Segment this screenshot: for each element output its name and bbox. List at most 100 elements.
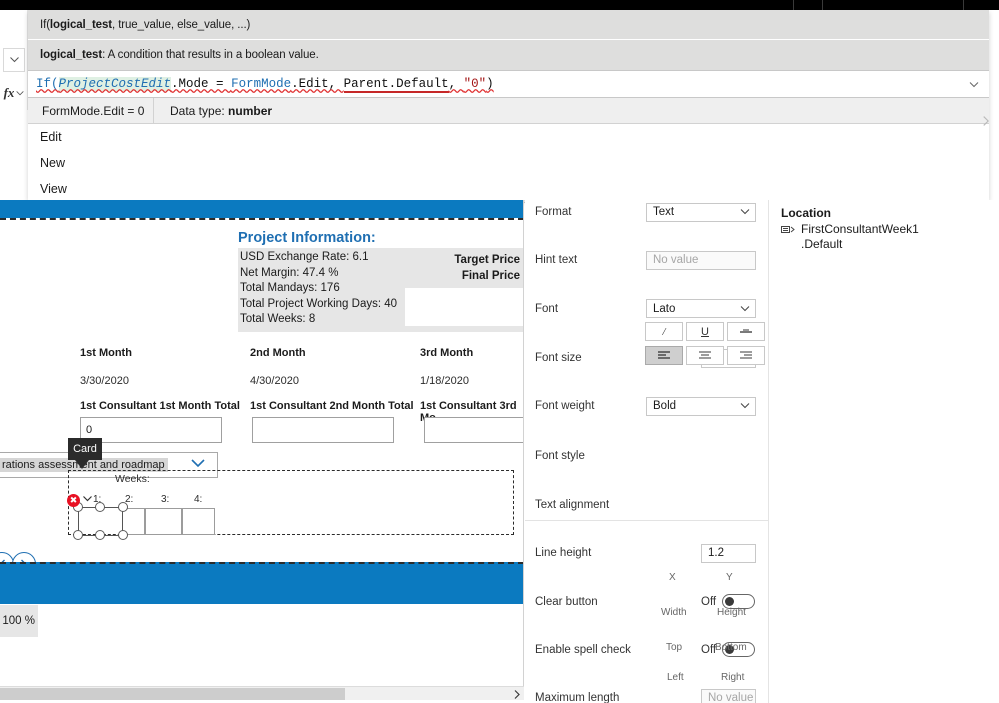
property-label: Clear button — [535, 595, 598, 608]
percent-readout: : 100 % — [0, 605, 38, 637]
week-input[interactable] — [182, 508, 215, 535]
card-tooltip: Card — [68, 438, 102, 469]
property-label: Text alignment — [535, 498, 610, 511]
scrollbar-thumb[interactable] — [0, 688, 345, 700]
suggestion-item-new[interactable]: New — [28, 150, 989, 176]
location-control-name: FirstConsultantWeek1 — [801, 222, 919, 236]
month-name: 2nd Month — [250, 347, 306, 359]
location-title: Location — [781, 206, 831, 220]
format-value: Text — [653, 206, 675, 219]
align-right-icon[interactable] — [727, 346, 765, 365]
property-selector-chevron[interactable] — [3, 48, 25, 72]
underline-icon[interactable]: U — [686, 322, 724, 341]
chevron-down-icon — [740, 207, 750, 217]
consultant-label: 1st Consultant 2nd Month Total — [250, 400, 414, 412]
property-label: Font — [535, 302, 559, 315]
formula-token-7: "0" — [463, 77, 487, 91]
control-icon — [781, 224, 795, 238]
datatype-value: number — [228, 103, 273, 118]
resize-handle-n[interactable] — [95, 502, 105, 512]
formula-token-4: .Edit, — [291, 77, 344, 91]
month-date: 1/18/2020 — [420, 375, 469, 387]
property-label: Enable spell check — [535, 643, 631, 656]
padding-left-caption: Left — [667, 672, 684, 683]
padding-right-caption: Right — [721, 672, 745, 683]
formula-left-rail: fx — [0, 10, 28, 210]
hint-text-input[interactable]: No value — [646, 250, 756, 270]
formula-input-bar[interactable]: If(ProjectCostEdit.Mode = FormMode.Edit,… — [28, 70, 989, 98]
description-text: : A condition that results in a boolean … — [102, 49, 319, 61]
error-x-icon[interactable]: ✖ — [67, 494, 80, 507]
week-input[interactable] — [145, 508, 182, 535]
property-label: Format — [535, 206, 572, 219]
week-number: 3: — [161, 494, 170, 505]
canvas-horizontal-scrollbar[interactable] — [0, 686, 524, 700]
month-column: 3rd Month 1/18/2020 — [420, 347, 473, 387]
font-style-button-group: / U — [645, 322, 765, 341]
scroll-right-arrow-icon[interactable] — [510, 687, 524, 701]
description-param: logical_test — [40, 49, 103, 61]
chevron-down-icon — [740, 304, 750, 314]
padding-top-caption: Top — [666, 642, 683, 653]
property-label: Font weight — [535, 400, 595, 413]
final-price-label: Final Price — [461, 270, 520, 282]
property-row-font-style: Font style — [525, 443, 768, 467]
italic-icon[interactable]: / — [645, 322, 683, 341]
formula-token-8: ) — [486, 77, 494, 91]
month-date: 4/30/2020 — [250, 375, 299, 387]
position-y-caption: Y — [726, 572, 733, 583]
property-row-text-alignment: Text alignment — [525, 493, 768, 517]
location-property-name: .Default — [801, 237, 843, 251]
font-weight-select[interactable]: Bold — [646, 396, 756, 416]
formula-token-3: FormMode — [231, 77, 292, 91]
property-label: Maximum length — [535, 692, 620, 703]
format-select[interactable]: Text — [646, 202, 756, 222]
property-row-font: Font Lato — [525, 297, 768, 321]
font-weight-value: Bold — [653, 400, 677, 413]
resize-handle-s[interactable] — [95, 530, 105, 540]
month-name: 3rd Month — [420, 347, 474, 359]
font-select[interactable]: Lato — [646, 299, 756, 319]
property-row-maximum-length: Maximum length No value — [525, 686, 768, 703]
formula-token-1: ProjectCostEdit — [58, 77, 172, 91]
result-expression: FormMode.Edit = 0 — [42, 103, 145, 118]
resize-handle-sw[interactable] — [73, 530, 83, 540]
fx-icon[interactable]: fx — [0, 82, 28, 104]
canvas-header-band — [0, 200, 524, 218]
formula-result-bar: FormMode.Edit = 0 Data type: number — [28, 97, 989, 124]
property-label: Hint text — [535, 254, 578, 267]
property-row-line-height: Line height 1.2 — [525, 541, 768, 565]
suggestion-item-edit[interactable]: Edit — [28, 124, 989, 150]
suggestion-item-view[interactable]: View — [28, 176, 989, 202]
align-center-icon[interactable] — [686, 346, 724, 365]
app-top-toolbar — [0, 0, 999, 10]
project-information-title: Project Information: — [238, 230, 376, 246]
canvas-footer-band — [0, 562, 524, 604]
align-left-icon[interactable] — [645, 346, 683, 365]
maximum-length-input[interactable]: No value — [701, 688, 756, 703]
size-height-caption: Height — [717, 607, 746, 618]
formula-token-2: .Mode = — [171, 77, 232, 91]
strikethrough-icon[interactable] — [727, 322, 765, 341]
position-x-caption: X — [669, 572, 676, 583]
formula-text[interactable]: If(ProjectCostEdit.Mode = FormMode.Edit,… — [36, 77, 494, 93]
error-chevron-down-icon[interactable] — [83, 494, 92, 504]
line-height-input[interactable]: 1.2 — [701, 543, 756, 563]
panel-collapse-chevron[interactable] — [983, 116, 990, 128]
result-datatype: Data type: number — [154, 104, 272, 118]
property-label: Line height — [535, 547, 592, 560]
formula-token-0: If( — [36, 77, 59, 91]
formula-intellisense: If(logical_test, true_value, else_value,… — [28, 10, 989, 203]
property-row-font-weight: Font weight Bold — [525, 394, 768, 418]
formula-expand-chevron[interactable] — [969, 75, 979, 93]
consultant-total-input[interactable] — [252, 417, 394, 443]
location-control-path[interactable]: FirstConsultantWeek1 .Default — [801, 222, 919, 252]
resize-handle-ne[interactable] — [118, 502, 128, 512]
consultant-total-input[interactable] — [424, 417, 524, 443]
week-number: 4: — [194, 494, 203, 505]
resize-handle-se[interactable] — [118, 530, 128, 540]
chevron-down-icon — [740, 401, 750, 411]
target-price-label: Target Price — [454, 254, 520, 266]
signature-param: logical_test — [49, 18, 112, 31]
location-panel: Location FirstConsultantWeek1 .Default — [768, 200, 999, 703]
